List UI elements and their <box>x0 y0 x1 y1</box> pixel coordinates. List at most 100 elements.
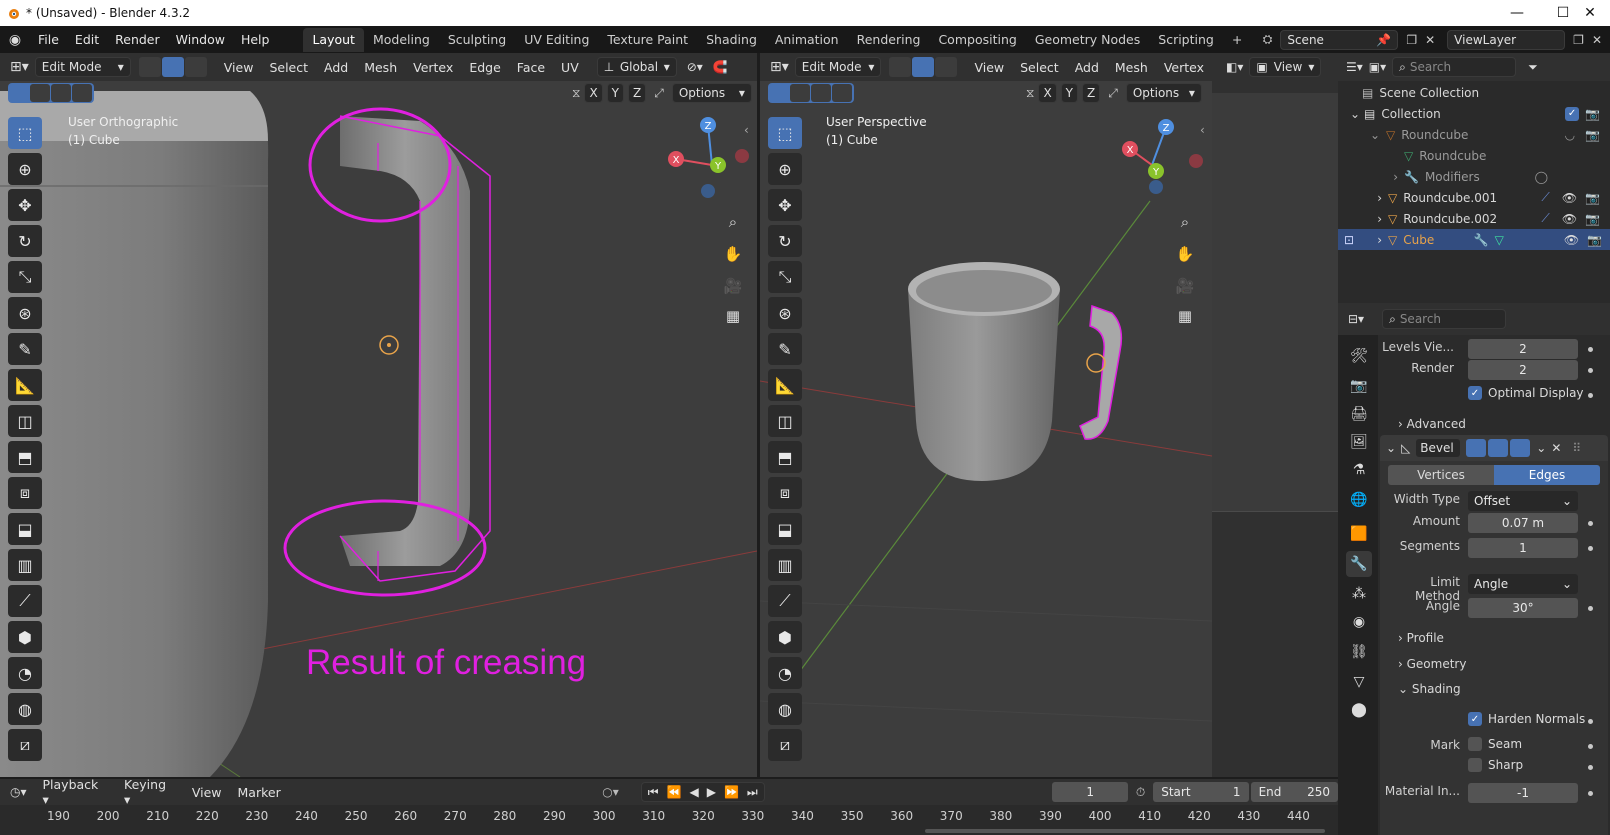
jump-start-icon[interactable]: ⏮ <box>648 785 659 800</box>
harden-normals-checkbox[interactable]: ✓ <box>1468 712 1482 726</box>
editor-type-icon[interactable]: ⊞▾ <box>10 59 29 75</box>
menu-file[interactable]: File <box>30 26 67 53</box>
menu-edge-left[interactable]: Edge <box>461 60 508 75</box>
data-tab-icon[interactable]: ▽ <box>1346 669 1372 695</box>
menu-help[interactable]: Help <box>233 26 278 53</box>
tab-compositing[interactable]: Compositing <box>929 28 1025 52</box>
tab-shading[interactable]: Shading <box>697 28 766 52</box>
seam-checkbox[interactable] <box>1468 737 1482 751</box>
object-tab-icon[interactable]: 🟧 <box>1346 521 1372 547</box>
mirror-icon[interactable]: ⧖ <box>1026 86 1034 101</box>
start-frame-field[interactable]: Start 1 <box>1153 782 1249 802</box>
axis-x-toggle[interactable]: X <box>584 83 603 103</box>
move-tool-icon[interactable]: ✥ <box>768 189 802 221</box>
menu-edit[interactable]: Edit <box>67 26 107 53</box>
scene-tab-icon[interactable]: ⚗ <box>1346 457 1372 483</box>
next-keyframe-icon[interactable]: ⏩ <box>724 785 739 799</box>
scene-selector[interactable]: Scene 📌 <box>1280 29 1399 50</box>
menu-face-left[interactable]: Face <box>509 60 553 75</box>
modifier-tab-icon[interactable]: 🔧 <box>1346 551 1372 577</box>
keyframe-dot[interactable] <box>1588 368 1593 373</box>
menu-view-right[interactable]: View <box>966 60 1012 75</box>
output-tab-icon[interactable]: 🖨 <box>1346 401 1372 427</box>
tab-geometry-nodes[interactable]: Geometry Nodes <box>1026 28 1149 52</box>
affect-vertices-button[interactable]: Vertices <box>1388 465 1494 485</box>
render-levels-field[interactable]: 2 <box>1468 360 1578 380</box>
select-extend-icon[interactable] <box>790 84 810 102</box>
mode-selector-left[interactable]: Edit Mode ▾ <box>34 57 131 77</box>
modifier-menu-chevron-icon[interactable]: ⌄ <box>1536 441 1546 455</box>
select-box-tool-icon[interactable]: ⬚ <box>8 117 42 149</box>
tool-tab-icon[interactable]: 🛠 <box>1346 343 1372 369</box>
camera-icon[interactable]: 📷 <box>1587 233 1602 247</box>
measure-tool-icon[interactable]: 📐 <box>8 369 42 401</box>
gizmo-neg-x-ball[interactable] <box>1189 154 1203 168</box>
camera-icon[interactable]: 📷 <box>1585 212 1600 226</box>
inset-tool-icon[interactable]: ⧈ <box>8 477 42 509</box>
display-mode-icon[interactable]: ▣▾ <box>1369 60 1386 74</box>
levels-viewport-field[interactable]: 2 <box>1468 339 1578 359</box>
delete-scene-icon[interactable]: ✕ <box>1425 33 1435 47</box>
perspective-grid-icon[interactable]: ▦ <box>1172 303 1198 329</box>
zoom-icon[interactable]: ⌕ <box>1172 209 1198 235</box>
prev-keyframe-icon[interactable]: ⏪ <box>667 785 682 799</box>
edge-slide-tool-icon[interactable]: ⧄ <box>768 729 802 761</box>
sharp-checkbox[interactable] <box>1468 758 1482 772</box>
exclude-checkbox[interactable]: ✓ <box>1565 106 1580 121</box>
delete-view-layer-icon[interactable]: ✕ <box>1592 33 1602 47</box>
outliner-row[interactable]: › ▽ Roundcube.002 ⟋ 👁 📷 <box>1338 208 1608 229</box>
rotate-tool-icon[interactable]: ↻ <box>8 225 42 257</box>
eye-icon[interactable]: 👁 <box>1562 191 1577 205</box>
pin-icon[interactable]: 📌 <box>1376 33 1391 47</box>
view-layer-selector[interactable]: ViewLayer <box>1447 29 1566 50</box>
camera-view-icon[interactable]: 🎥 <box>720 273 746 299</box>
menu-vertex-right[interactable]: Vertex <box>1156 60 1212 75</box>
pan-hand-icon[interactable]: ✋ <box>720 241 746 267</box>
keyframe-dot[interactable] <box>1588 791 1593 796</box>
poly-build-tool-icon[interactable]: ⬢ <box>8 621 42 653</box>
sidebar-toggle-icon[interactable]: ‹ <box>744 123 749 137</box>
marker-menu[interactable]: Marker <box>230 785 289 800</box>
small-editor-canvas[interactable] <box>1212 93 1338 511</box>
axis-y-toggle[interactable]: Y <box>606 83 625 103</box>
mode-selector-right[interactable]: Edit Mode ▾ <box>794 57 882 77</box>
scale-tool-icon[interactable]: ⤡ <box>8 261 42 293</box>
knife-tool-icon[interactable]: ⟋ <box>768 585 802 617</box>
select-new-icon[interactable] <box>769 84 789 102</box>
pivot-icon[interactable]: ⊘▾ <box>687 60 703 74</box>
amount-field[interactable]: 0.07 m <box>1468 513 1578 533</box>
current-frame-field[interactable]: 1 <box>1052 782 1128 802</box>
modifier-name-field[interactable]: Bevel <box>1415 438 1462 458</box>
outliner-row[interactable]: ⌄ ▤ Collection ✓ 📷 <box>1338 103 1608 124</box>
optimal-display-row[interactable]: ✓ Optimal Display <box>1468 386 1584 400</box>
vertex-select-icon[interactable] <box>889 57 912 77</box>
edge-select-icon[interactable] <box>912 57 935 77</box>
play-reverse-icon[interactable]: ◀ <box>690 785 699 799</box>
zoom-icon[interactable]: ⌕ <box>720 209 746 235</box>
eye-icon[interactable]: 👁 <box>1562 212 1577 226</box>
vertex-select-icon[interactable] <box>138 57 161 77</box>
filter-icon[interactable]: ⏷ <box>1528 60 1538 75</box>
tab-layout[interactable]: Layout <box>303 27 364 52</box>
extrude-tool-icon[interactable]: ⬒ <box>8 441 42 473</box>
keyframe-dot[interactable] <box>1588 347 1593 352</box>
tab-rendering[interactable]: Rendering <box>848 28 930 52</box>
menu-select-right[interactable]: Select <box>1012 60 1067 75</box>
optimal-display-checkbox[interactable]: ✓ <box>1468 386 1482 400</box>
axis-z-toggle[interactable]: Z <box>628 83 647 103</box>
outliner-row[interactable]: › 🔧 Modifiers ◯ <box>1338 166 1608 187</box>
outliner-row[interactable]: ▤ Scene Collection <box>1338 82 1608 103</box>
editor-type-icon[interactable]: ⊟▾ <box>1348 312 1364 326</box>
scale-tool-icon[interactable]: ⤡ <box>768 261 802 293</box>
knife-tool-icon[interactable]: ⟋ <box>8 585 42 617</box>
ortho-grid-icon[interactable]: ▦ <box>720 303 746 329</box>
eye-icon[interactable]: 👁 <box>1564 233 1579 247</box>
harden-normals-row[interactable]: ✓ Harden Normals <box>1468 712 1585 726</box>
world-tab-icon[interactable]: 🌐 <box>1346 487 1372 513</box>
menu-select-left[interactable]: Select <box>261 60 316 75</box>
scene-icon[interactable]: ⛭ <box>1263 32 1273 47</box>
pan-hand-icon[interactable]: ✋ <box>1172 241 1198 267</box>
profile-section[interactable]: › Profile <box>1398 631 1444 645</box>
inset-tool-icon[interactable]: ⧈ <box>768 477 802 509</box>
outliner-row[interactable]: › ▽ Roundcube.001 ⟋ 👁 📷 <box>1338 187 1608 208</box>
